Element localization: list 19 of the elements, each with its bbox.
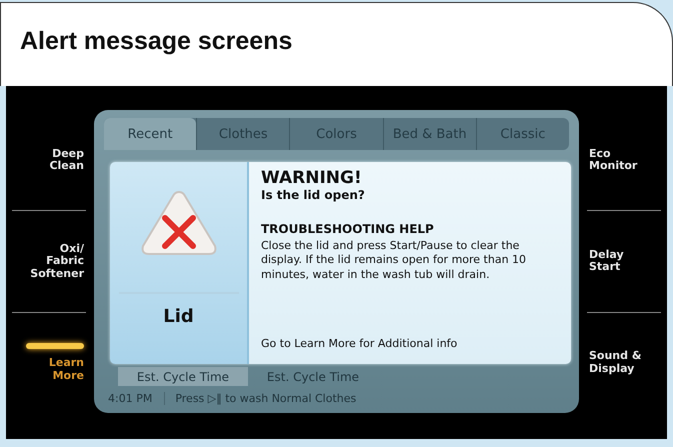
clock-time: 4:01 PM: [108, 392, 166, 405]
menu-button[interactable]: Deep Clean: [22, 148, 84, 173]
menu-button[interactable]: Learn More: [22, 357, 84, 382]
help-heading: TROUBLESHOOTING HELP: [261, 222, 435, 236]
menu-button[interactable]: Eco Monitor: [589, 148, 651, 173]
warning-question: Is the lid open?: [261, 188, 366, 202]
cycle-time-label: Est. Cycle Time: [118, 367, 248, 386]
menu-button[interactable]: Delay Start: [589, 248, 651, 274]
learn-more-hint: Go to Learn More for Additional info: [261, 337, 458, 350]
menu-button[interactable]: Oxi/ Fabric Softener: [22, 242, 84, 280]
cycle-time-label: Est. Cycle Time: [266, 369, 360, 386]
alert-label: Lid: [163, 306, 194, 327]
status-hint: Press ▷‖ to wash Normal Clothes: [175, 392, 356, 405]
error-triangle-icon: [138, 188, 218, 258]
help-text: Close the lid and press Start/Pause to clear the display. If the lid remains open for more than 10 minutes, water in the wash tub will drain.: [261, 239, 528, 282]
menu-button[interactable]: Sound & Display: [589, 350, 651, 376]
warning-heading: WARNING!: [261, 168, 363, 188]
cycle-tab[interactable]: Recent: [104, 118, 196, 150]
slide-title: Alert message screens: [20, 27, 292, 56]
